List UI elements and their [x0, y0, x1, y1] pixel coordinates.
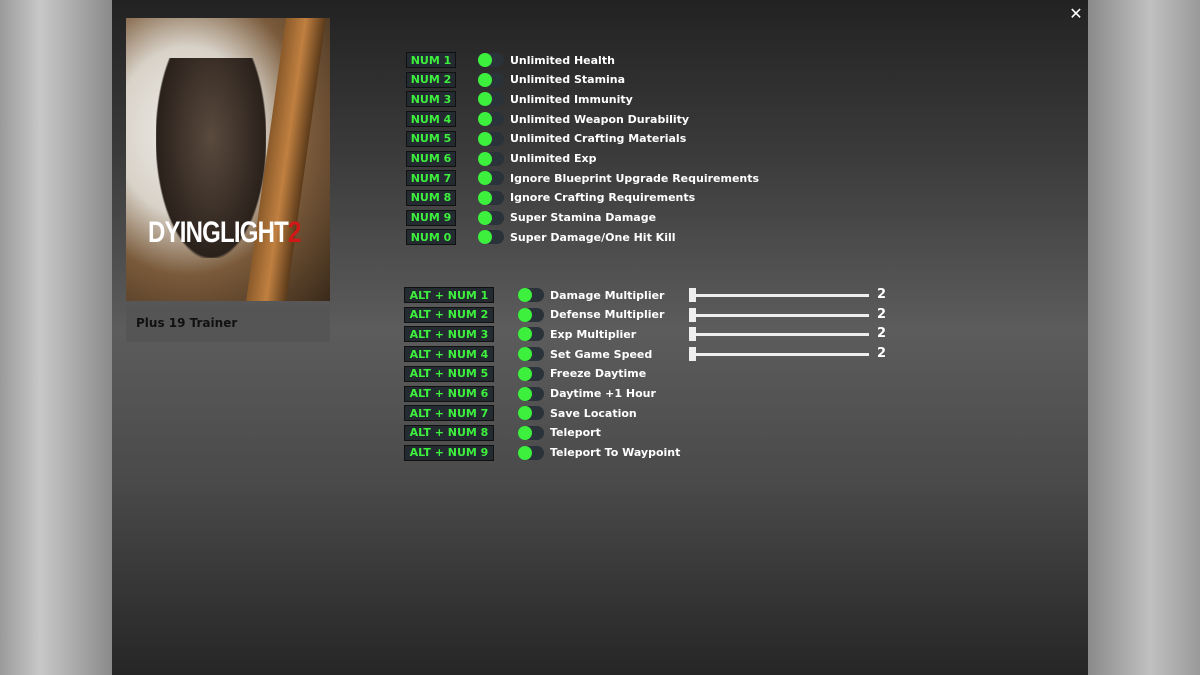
cheat-label: Daytime +1 Hour	[550, 387, 656, 400]
hotkey-badge: ALT + NUM 7	[404, 405, 494, 422]
cheat-label: Ignore Crafting Requirements	[510, 191, 696, 205]
cheat-row: NUM 0 Super Damage/One Hit Kill	[406, 228, 676, 246]
cheat-label: Teleport To Waypoint	[550, 446, 681, 460]
cheat-label: Save Location	[550, 406, 637, 420]
slider-track[interactable]	[689, 294, 869, 297]
toggle-switch[interactable]	[518, 366, 544, 381]
cheat-label: Set Game Speed	[550, 347, 653, 361]
slider-thumb[interactable]	[689, 347, 696, 362]
hotkey-badge: ALT + NUM 4	[404, 346, 494, 363]
cheat-row: NUM 5 Unlimited Crafting Materials	[406, 130, 686, 148]
cheat-label: Unlimited Weapon Durability	[510, 112, 690, 126]
hotkey-badge: NUM 7	[406, 170, 456, 187]
hotkey-badge: NUM 4	[406, 111, 456, 128]
cheat-label: Unlimited Health	[510, 53, 615, 67]
cheat-row: ALT + NUM 3 Exp Multiplier	[404, 325, 636, 343]
slider-value: 2	[877, 326, 887, 342]
game-logo: DYINGLIGHT2	[148, 216, 301, 249]
toggle-switch[interactable]	[478, 53, 504, 67]
cheat-row: ALT + NUM 7 Save Location	[404, 404, 637, 422]
cheat-label: Unlimited Exp	[510, 152, 597, 165]
cheat-row: ALT + NUM 5 Freeze Daytime	[404, 365, 646, 383]
toggle-switch[interactable]	[478, 92, 504, 107]
toggle-switch[interactable]	[518, 307, 544, 322]
toggle-switch[interactable]	[478, 190, 504, 205]
toggle-switch[interactable]	[478, 210, 504, 225]
hotkey-badge: ALT + NUM 6	[404, 385, 494, 402]
cheat-row: NUM 1 Unlimited Health	[406, 51, 615, 69]
slider-value: 2	[877, 346, 887, 362]
cheat-row: ALT + NUM 1 Damage Multiplier	[404, 286, 664, 304]
cheat-label: Super Stamina Damage	[510, 211, 657, 225]
slider-thumb[interactable]	[689, 288, 696, 302]
cheat-row: NUM 9 Super Stamina Damage	[406, 209, 656, 227]
cheat-row: NUM 7 Ignore Blueprint Upgrade Requiremen…	[406, 169, 759, 187]
toggle-switch[interactable]	[478, 171, 504, 186]
hotkey-badge: NUM 5	[406, 130, 456, 147]
cheat-row: ALT + NUM 2 Defense Multiplier	[404, 306, 664, 324]
value-slider[interactable]	[689, 347, 869, 362]
cheat-label: Unlimited Immunity	[510, 92, 633, 106]
cheat-label: Ignore Blueprint Upgrade Requirements	[510, 171, 760, 185]
game-cover-image: DYINGLIGHT2	[126, 18, 330, 301]
slider-thumb[interactable]	[689, 307, 696, 322]
value-slider[interactable]	[689, 327, 869, 342]
hotkey-badge: ALT + NUM 8	[404, 424, 494, 441]
cheat-row: NUM 6 Unlimited Exp	[406, 150, 596, 168]
cheat-label: Unlimited Crafting Materials	[510, 132, 687, 146]
toggle-switch[interactable]	[518, 347, 544, 362]
hotkey-badge: ALT + NUM 1	[404, 287, 494, 303]
value-slider[interactable]	[689, 307, 869, 322]
cheat-row: ALT + NUM 9 Teleport To Waypoint	[404, 444, 680, 462]
hotkey-badge: NUM 9	[406, 209, 456, 226]
hotkey-badge: NUM 1	[406, 52, 456, 68]
slider-thumb[interactable]	[689, 327, 696, 342]
toggle-switch[interactable]	[518, 445, 544, 460]
toggle-switch[interactable]	[478, 131, 504, 146]
cheat-label: Super Damage/One Hit Kill	[510, 230, 676, 244]
cheat-row: ALT + NUM 4 Set Game Speed	[404, 345, 652, 363]
cheat-row: NUM 2 Unlimited Stamina	[406, 71, 625, 89]
hotkey-badge: NUM 0	[406, 229, 456, 246]
toggle-switch[interactable]	[518, 425, 544, 440]
cheat-label: Damage Multiplier	[550, 288, 665, 302]
hotkey-badge: ALT + NUM 3	[404, 326, 494, 343]
toggle-switch[interactable]	[518, 386, 544, 401]
cheat-row: NUM 8 Ignore Crafting Requirements	[406, 189, 695, 207]
cheat-row: NUM 3 Unlimited Immunity	[406, 90, 633, 108]
cheat-label: Freeze Daytime	[550, 367, 647, 381]
toggle-switch[interactable]	[478, 230, 504, 245]
value-slider[interactable]	[689, 288, 869, 302]
hotkey-badge: NUM 2	[406, 71, 456, 88]
toggle-switch[interactable]	[478, 112, 504, 127]
cheat-row: NUM 4 Unlimited Weapon Durability	[406, 110, 689, 128]
toggle-switch[interactable]	[518, 406, 544, 421]
cheat-row: ALT + NUM 8 Teleport	[404, 424, 601, 442]
toggle-switch[interactable]	[478, 151, 504, 166]
hotkey-badge: ALT + NUM 5	[404, 365, 494, 382]
slider-track[interactable]	[689, 333, 869, 337]
toggle-switch[interactable]	[518, 288, 544, 302]
hotkey-badge: NUM 3	[406, 91, 456, 108]
cheat-label: Unlimited Stamina	[510, 73, 626, 87]
slider-value: 2	[877, 287, 887, 302]
cheat-label: Teleport	[550, 426, 601, 440]
trainer-caption: Plus 19 Trainer	[126, 305, 330, 342]
cheat-row: ALT + NUM 6 Daytime +1 Hour	[404, 385, 656, 403]
slider-value: 2	[877, 306, 887, 322]
toggle-switch[interactable]	[478, 72, 504, 87]
cheat-label: Exp Multiplier	[550, 327, 637, 341]
slider-track[interactable]	[689, 313, 869, 317]
toggle-switch[interactable]	[518, 327, 544, 342]
cheat-label: Defense Multiplier	[550, 308, 665, 322]
hotkey-badge: NUM 8	[406, 189, 456, 206]
hotkey-badge: NUM 6	[406, 150, 456, 167]
hotkey-badge: ALT + NUM 2	[404, 306, 494, 323]
trainer-window: ✕ DYINGLIGHT2 Plus 19 Trainer NUM 1 Unlim…	[112, 0, 1088, 675]
close-icon[interactable]: ✕	[1068, 6, 1084, 22]
hotkey-badge: ALT + NUM 9	[404, 444, 494, 461]
slider-track[interactable]	[689, 353, 869, 357]
